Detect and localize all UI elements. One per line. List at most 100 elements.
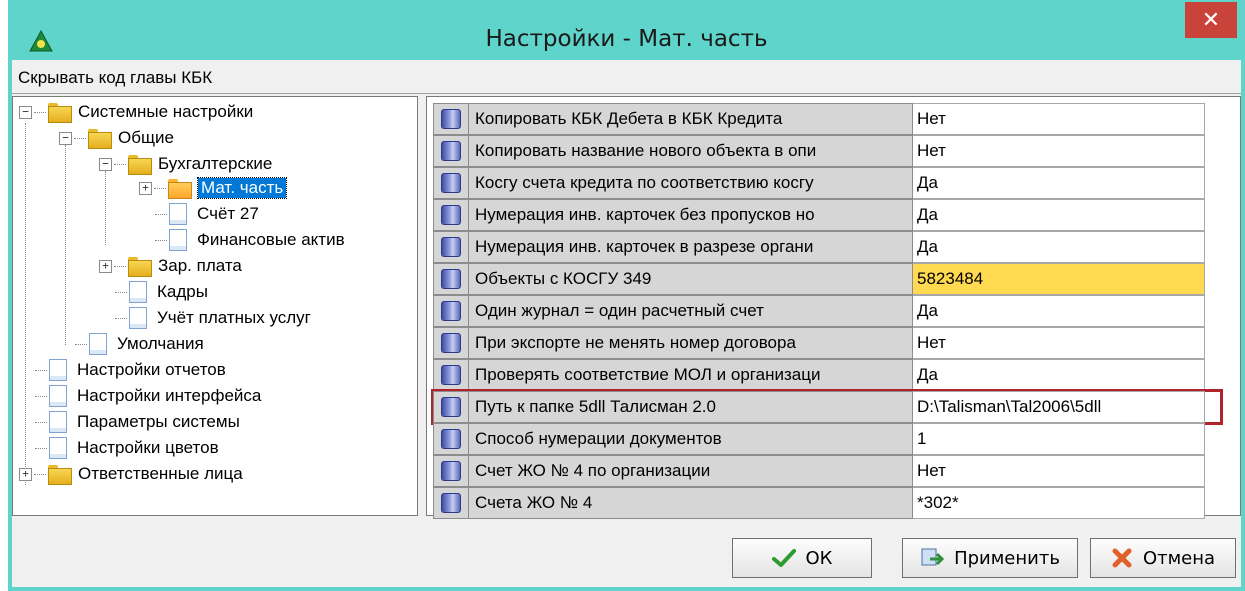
row-header — [433, 391, 469, 423]
settings-tree[interactable]: − Системные настройки − Общие − Бухгалте… — [12, 96, 418, 516]
grid-row[interactable]: При экспорте не менять номер договора Не… — [433, 327, 1221, 359]
database-icon — [441, 429, 461, 449]
setting-value-highlighted[interactable]: 5823484 — [913, 263, 1205, 295]
document-icon — [129, 307, 147, 329]
document-icon — [169, 203, 187, 225]
setting-name: Способ нумерации документов — [469, 423, 913, 455]
setting-value[interactable]: Нет — [913, 327, 1205, 359]
tree-item-defaults[interactable]: Умолчания — [59, 331, 204, 357]
tree-item-account-27[interactable]: Счёт 27 — [139, 201, 259, 227]
tree-item-system-settings[interactable]: − Системные настройки — [19, 99, 253, 125]
tree-item-interface-settings[interactable]: Настройки интерфейса — [19, 383, 261, 409]
setting-value[interactable]: 1 — [913, 423, 1205, 455]
tree-item-report-settings[interactable]: Настройки отчетов — [19, 357, 226, 383]
apply-button-label: Применить — [954, 547, 1060, 569]
grid-row[interactable]: Проверять соответствие МОЛ и организаци … — [433, 359, 1221, 391]
setting-value[interactable]: Да — [913, 231, 1205, 263]
grid-row[interactable]: Нумерация инв. карточек без пропусков но… — [433, 199, 1221, 231]
tree-item-paid-services[interactable]: Учёт платных услуг — [99, 305, 311, 331]
tree-item-label: Настройки цветов — [77, 438, 219, 457]
database-icon — [441, 301, 461, 321]
apply-button[interactable]: Применить — [902, 538, 1078, 578]
folder-open-icon — [168, 179, 192, 199]
folder-icon — [48, 103, 72, 123]
row-header — [433, 231, 469, 263]
grid-row-highlighted[interactable]: Путь к папке 5dll Талисман 2.0 D:\Talism… — [431, 389, 1223, 425]
tree-item-label: Зар. плата — [158, 256, 242, 275]
row-header — [433, 263, 469, 295]
folder-icon — [48, 465, 72, 485]
document-icon — [89, 333, 107, 355]
tree-item-salary[interactable]: + Зар. плата — [99, 253, 242, 279]
tree-item-label: Параметры системы — [77, 412, 240, 431]
grid-row[interactable]: Один журнал = один расчетный счет Да — [433, 295, 1221, 327]
database-icon — [441, 173, 461, 193]
grid-row[interactable]: Объекты с КОСГУ 349 5823484 — [433, 263, 1221, 295]
setting-value[interactable]: Да — [913, 295, 1205, 327]
setting-name: Один журнал = один расчетный счет — [469, 295, 913, 327]
setting-value[interactable]: Да — [913, 359, 1205, 391]
setting-value[interactable]: Да — [913, 167, 1205, 199]
database-icon — [441, 333, 461, 353]
tree-item-responsible-persons[interactable]: + Ответственные лица — [19, 461, 243, 487]
setting-value[interactable]: D:\Talisman\Tal2006\5dll — [913, 391, 1205, 423]
row-header — [433, 423, 469, 455]
tree-item-financial-assets[interactable]: Финансовые актив — [139, 227, 345, 253]
setting-value[interactable]: Нет — [913, 135, 1205, 167]
grid-row[interactable]: Счета ЖО № 4 *302* — [433, 487, 1221, 519]
document-icon — [129, 281, 147, 303]
row-header — [433, 295, 469, 327]
collapse-icon[interactable]: − — [19, 105, 32, 119]
cancel-button[interactable]: Отмена — [1090, 538, 1236, 578]
tree-item-accounting[interactable]: − Бухгалтерские — [99, 151, 272, 177]
document-icon — [49, 437, 67, 459]
collapse-icon[interactable]: − — [99, 157, 112, 171]
expand-icon[interactable]: + — [139, 181, 152, 195]
tree-item-color-settings[interactable]: Настройки цветов — [19, 435, 219, 461]
tree-item-personnel[interactable]: Кадры — [99, 279, 208, 305]
setting-name: Счет ЖО № 4 по организации — [469, 455, 913, 487]
setting-value[interactable]: Нет — [913, 103, 1205, 135]
row-header — [433, 327, 469, 359]
row-header — [433, 359, 469, 391]
tree-item-label: Счёт 27 — [197, 204, 259, 223]
tree-item-general[interactable]: − Общие — [59, 125, 174, 151]
tree-item-label: Финансовые актив — [197, 230, 345, 249]
ok-button[interactable]: ОК — [732, 538, 872, 578]
tree-connector — [105, 171, 106, 245]
folder-icon — [88, 129, 112, 149]
title-bar[interactable]: Настройки - Мат. часть ✕ — [8, 0, 1245, 60]
grid-row[interactable]: Нумерация инв. карточек в разрезе органи… — [433, 231, 1221, 263]
tree-connector — [65, 145, 66, 345]
grid-row[interactable]: Косгу счета кредита по соответствию косг… — [433, 167, 1221, 199]
document-icon — [49, 385, 67, 407]
cancel-x-icon — [1112, 548, 1132, 568]
setting-value[interactable]: Нет — [913, 455, 1205, 487]
tree-item-label: Кадры — [157, 282, 208, 301]
grid-row[interactable]: Копировать название нового объекта в опи… — [433, 135, 1221, 167]
tree-item-label: Мат. часть — [196, 177, 288, 199]
grid-row[interactable]: Счет ЖО № 4 по организации Нет — [433, 455, 1221, 487]
grid-row[interactable]: Копировать КБК Дебета в КБК Кредита Нет — [433, 103, 1221, 135]
database-icon — [441, 109, 461, 129]
setting-name: Проверять соответствие МОЛ и организаци — [469, 359, 913, 391]
setting-value[interactable]: Да — [913, 199, 1205, 231]
tree-item-mat-part[interactable]: + Мат. часть — [139, 175, 288, 201]
setting-name: Объекты с КОСГУ 349 — [469, 263, 913, 295]
expand-icon[interactable]: + — [99, 259, 112, 273]
expand-icon[interactable]: + — [19, 467, 32, 481]
grid-row[interactable]: Способ нумерации документов 1 — [433, 423, 1221, 455]
tree-item-system-parameters[interactable]: Параметры системы — [19, 409, 240, 435]
settings-grid[interactable]: Копировать КБК Дебета в КБК Кредита Нет … — [426, 96, 1241, 519]
window-title: Настройки - Мат. часть — [485, 26, 768, 52]
database-icon — [441, 461, 461, 481]
collapse-icon[interactable]: − — [59, 131, 72, 145]
apply-icon — [921, 548, 945, 566]
button-bar: ОК Применить Отмена — [12, 524, 1241, 587]
close-button[interactable]: ✕ — [1185, 2, 1237, 38]
setting-name: Нумерация инв. карточек без пропусков но — [469, 199, 913, 231]
database-icon — [441, 205, 461, 225]
setting-name: Путь к папке 5dll Талисман 2.0 — [469, 391, 913, 423]
setting-value[interactable]: *302* — [913, 487, 1205, 519]
setting-name: Счета ЖО № 4 — [469, 487, 913, 519]
